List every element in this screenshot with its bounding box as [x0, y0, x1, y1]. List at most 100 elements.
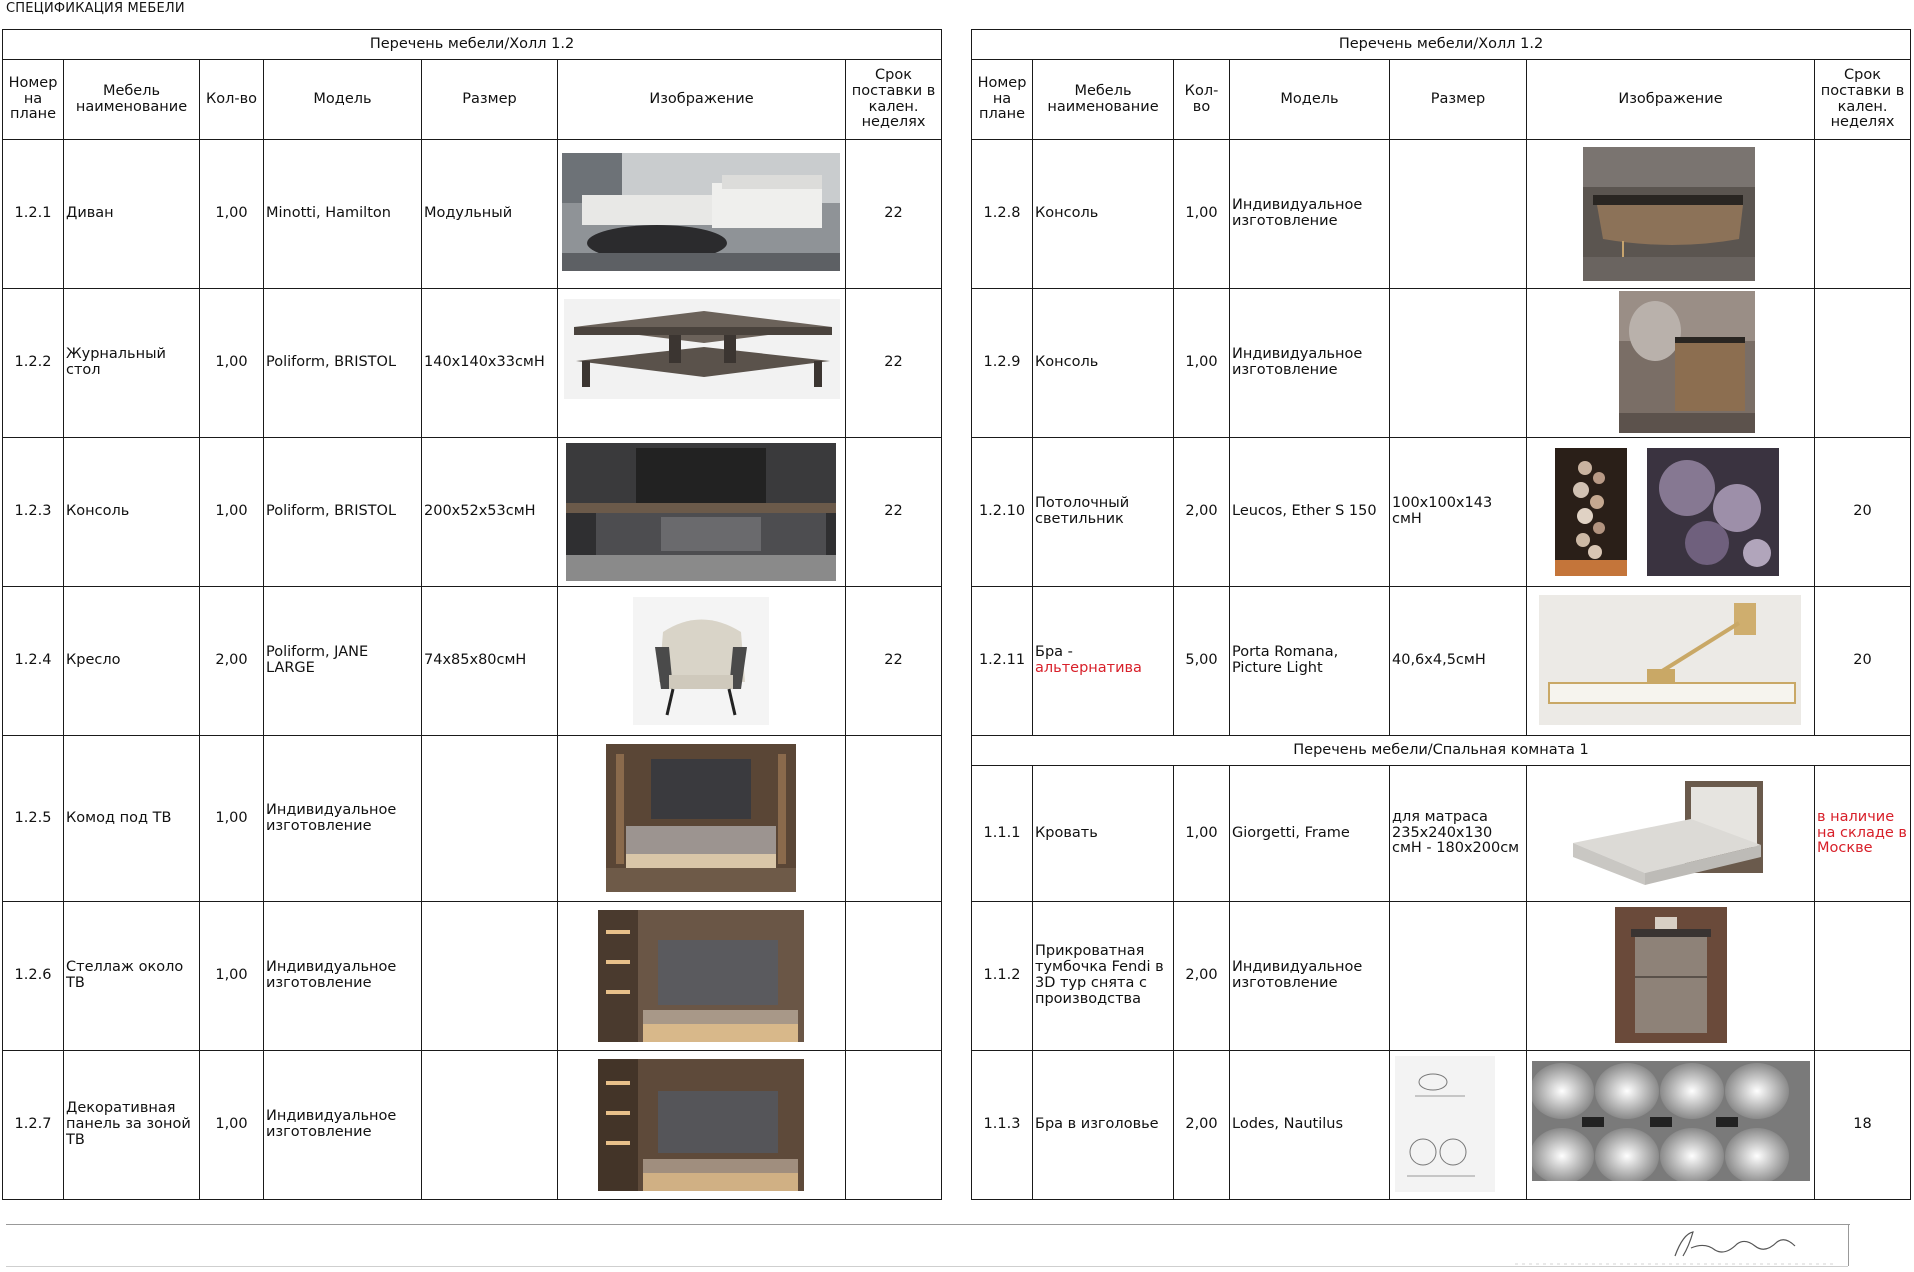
table-row: 1.2.6 Стеллаж около ТВ 1,00 Индивидуальн…: [2, 901, 943, 1051]
table-row: 1.2.2 Журнальный стол 1,00 Poliform, BRI…: [2, 288, 943, 438]
row-name: Комод под ТВ: [63, 735, 200, 902]
row-name: Кровать: [1032, 765, 1174, 902]
header-size: Размер: [1389, 59, 1527, 140]
console-photo: [1526, 288, 1815, 438]
row-model: Индивидуальное изготовление: [1229, 901, 1390, 1051]
bed-photo: [1526, 765, 1815, 902]
row-size: 74x85x80cмH: [421, 586, 558, 736]
row-num: 1.2.3: [2, 437, 64, 587]
header-size: Размер: [421, 59, 558, 140]
row-model: Индивидуальное изготовление: [1229, 288, 1390, 438]
row-lead: 20: [1813, 586, 1912, 736]
row-model: Leucos, Ether S 150: [1229, 437, 1390, 587]
header-num: Номер на плане: [2, 59, 64, 140]
table-row: 1.1.3 Бра в изголовье 2,00 Lodes, Nautil…: [971, 1050, 1912, 1200]
row-qty: 1,00: [199, 139, 264, 289]
row-num: 1.2.2: [2, 288, 64, 438]
row-model: Poliform, JANE LARGE: [263, 586, 422, 736]
row-size: [421, 735, 558, 902]
row-name: Декоративная панель за зоной ТВ: [63, 1050, 200, 1200]
row-qty: 1,00: [199, 288, 264, 438]
row-model: Индивидуальное изготовление: [1229, 139, 1390, 289]
picture-light-photo: [1526, 586, 1815, 736]
footer-divider: [1848, 1224, 1849, 1266]
row-num: 1.2.11: [971, 586, 1033, 736]
row-name: Консоль: [1032, 288, 1174, 438]
row-name: Диван: [63, 139, 200, 289]
row-qty: 1,00: [1173, 765, 1230, 902]
row-num: 1.1.3: [971, 1050, 1033, 1200]
console-photo: [1526, 139, 1815, 289]
row-lead: в наличие на складе в Москве: [1813, 765, 1912, 902]
nightstand-photo: [1526, 901, 1815, 1051]
row-name-main: Бра -: [1035, 644, 1073, 661]
wall-lamp-photo: [1526, 1050, 1815, 1200]
row-name: Журнальный стол: [63, 288, 200, 438]
table-row: 1.2.5 Комод под ТВ 1,00 Индивидуальное и…: [2, 735, 943, 902]
header-name: Мебель наименование: [63, 59, 200, 140]
row-size: [1389, 1050, 1527, 1200]
right-header-row: Номер на плане Мебель наименование Кол-в…: [971, 59, 1912, 140]
row-lead: 22: [844, 437, 943, 587]
row-num: 1.2.8: [971, 139, 1033, 289]
row-size: 100x100x143 cмH: [1389, 437, 1527, 587]
table-row: 1.1.1 Кровать 1,00 Giorgetti, Frame для …: [971, 765, 1912, 902]
row-lead: 22: [844, 586, 943, 736]
dimension-drawing: [1395, 1056, 1495, 1192]
row-num: 1.1.1: [971, 765, 1033, 902]
table-row: 1.2.7 Декоративная панель за зоной ТВ 1,…: [2, 1050, 943, 1200]
row-lead: 20: [1813, 437, 1912, 587]
row-model: Индивидуальное изготовление: [263, 901, 422, 1051]
row-lead: [1813, 139, 1912, 289]
left-table-caption: Перечень мебели/Холл 1.2: [1, 29, 943, 60]
left-header-row: Номер на плане Мебель наименование Кол-в…: [2, 59, 943, 140]
sofa-photo: [557, 139, 846, 289]
row-model: Poliform, BRISTOL: [263, 437, 422, 587]
row-qty: 1,00: [199, 1050, 264, 1200]
row-num: 1.2.6: [2, 901, 64, 1051]
table-row: 1.2.8 Консоль 1,00 Индивидуальное изгото…: [971, 139, 1912, 289]
row-qty: 2,00: [1173, 1050, 1230, 1200]
row-size: 140x140x33cмH: [421, 288, 558, 438]
coffee-table-photo: [557, 288, 846, 438]
header-image: Изображение: [557, 59, 846, 140]
row-name: Консоль: [63, 437, 200, 587]
row-qty: 1,00: [199, 901, 264, 1051]
row-name: Бра - альтернатива: [1032, 586, 1174, 736]
row-qty: 5,00: [1173, 586, 1230, 736]
row-qty: 2,00: [199, 586, 264, 736]
row-model: Porta Romana, Picture Light: [1229, 586, 1390, 736]
row-name: Кресло: [63, 586, 200, 736]
table-row: 1.2.10 Потолочный светильник 2,00 Leucos…: [971, 437, 1912, 587]
table-row: 1.2.11 Бра - альтернатива 5,00 Porta Roma…: [971, 586, 1912, 736]
console-photo: [557, 437, 846, 587]
row-lead: [1813, 288, 1912, 438]
tv-cabinet-photo: [557, 735, 846, 902]
row-qty: 1,00: [199, 437, 264, 587]
header-name: Мебель наименование: [1032, 59, 1174, 140]
document-title: СПЕЦИФИКАЦИЯ МЕБЕЛИ: [6, 1, 185, 16]
row-lead: [844, 1050, 943, 1200]
header-image: Изображение: [1526, 59, 1815, 140]
row-size: Модульный: [421, 139, 558, 289]
armchair-photo: [557, 586, 846, 736]
row-name: Консоль: [1032, 139, 1174, 289]
row-model: Giorgetti, Frame: [1229, 765, 1390, 902]
table-row: 1.2.1 Диван 1,00 Minotti, Hamilton Модул…: [2, 139, 943, 289]
row-size: [421, 901, 558, 1051]
row-qty: 1,00: [1173, 139, 1230, 289]
row-num: 1.2.10: [971, 437, 1033, 587]
header-num: Номер на плане: [971, 59, 1033, 140]
header-lead: Срок поставки в кален. неделях: [844, 59, 943, 140]
row-num: 1.1.2: [971, 901, 1033, 1051]
row-size: [421, 1050, 558, 1200]
row-size: для матраса 235x240x130 cмH - 180x200см: [1389, 765, 1527, 902]
row-num: 1.2.4: [2, 586, 64, 736]
row-qty: 2,00: [1173, 437, 1230, 587]
header-model: Модель: [1229, 59, 1390, 140]
table-row: 1.2.3 Консоль 1,00 Poliform, BRISTOL 200…: [2, 437, 943, 587]
row-model: Индивидуальное изготовление: [263, 1050, 422, 1200]
header-qty: Кол-во: [1173, 59, 1230, 140]
row-lead: [844, 735, 943, 902]
right-table-caption: Перечень мебели/Холл 1.2: [970, 29, 1912, 60]
